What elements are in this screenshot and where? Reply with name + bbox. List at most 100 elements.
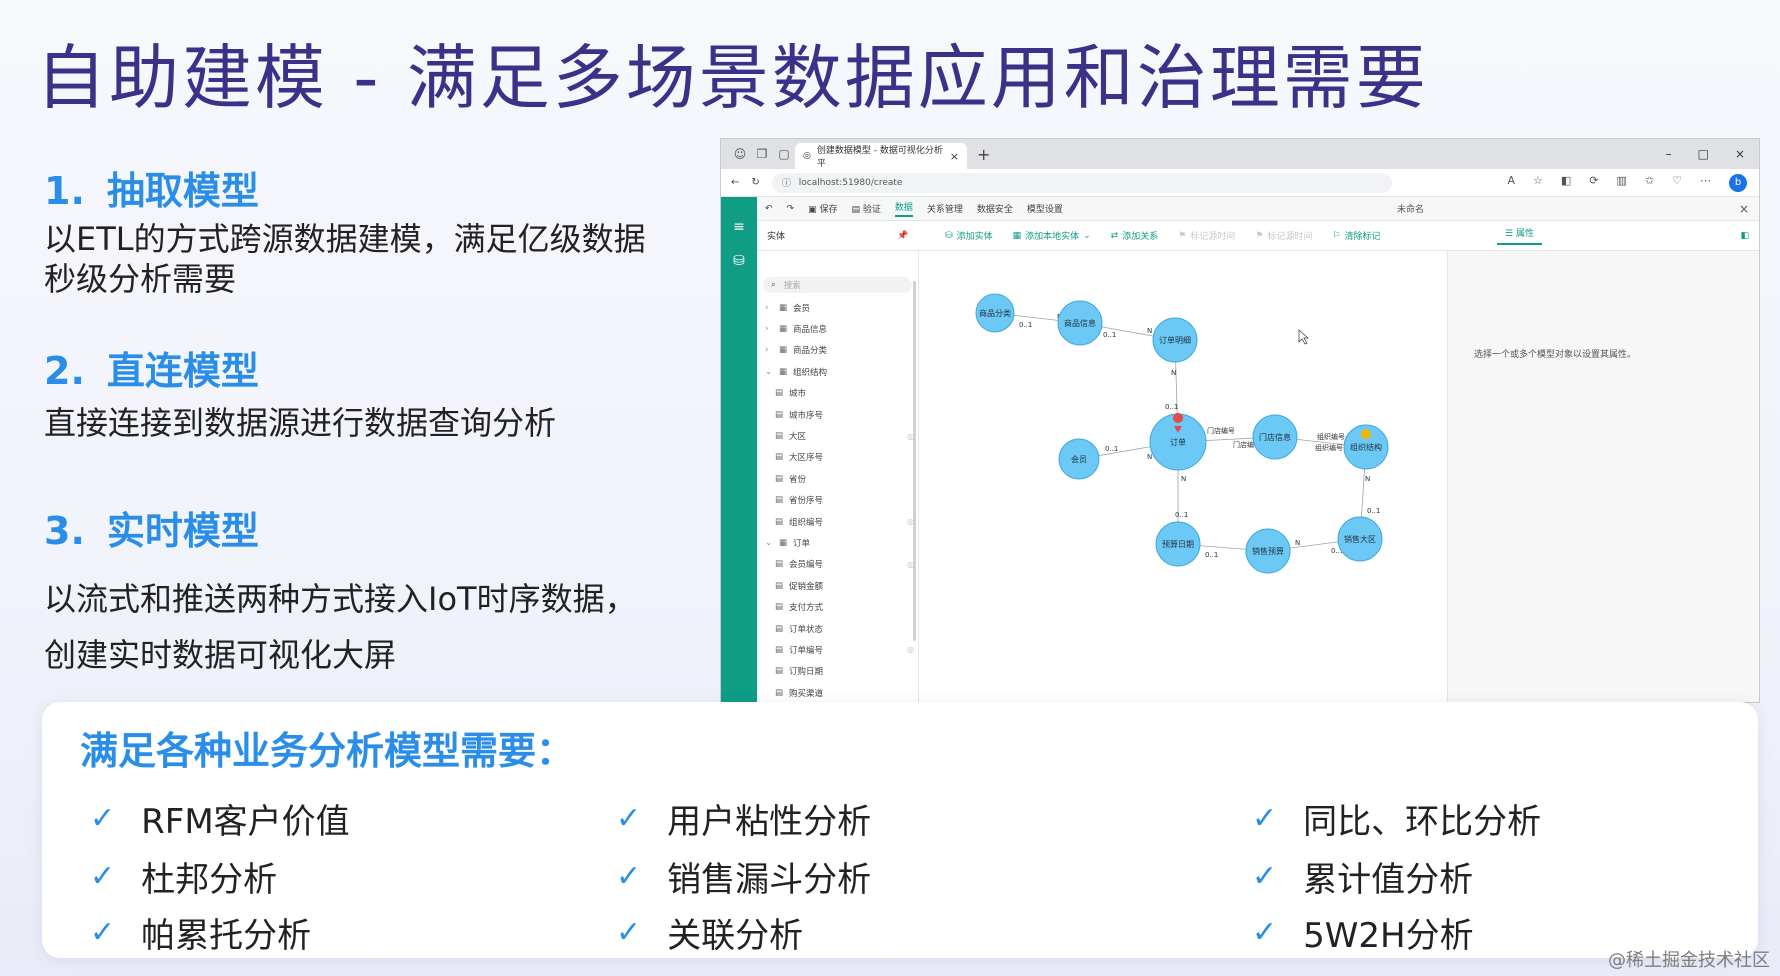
feature-item: ✓ 5W2H分析	[1252, 908, 1474, 957]
more-icon[interactable]: ⋯	[1700, 174, 1711, 192]
save-button[interactable]: ▣ 保存	[808, 202, 837, 215]
redo-icon[interactable]: ↷	[787, 204, 795, 214]
tab-relations[interactable]: 关系管理	[927, 202, 963, 215]
edge-label: 门店编号	[1207, 426, 1235, 435]
browser-tab[interactable]: ◎ 创建数据模型 - 数据可视化分析平 ×	[795, 143, 967, 169]
tree-item[interactable]: ⌄ ▦ 组织结构	[757, 361, 918, 382]
expand-arrow-icon[interactable]: ⌄	[765, 538, 773, 548]
tree-item[interactable]: ▤ 省份序号	[757, 490, 918, 511]
properties-tab[interactable]: ☰ 属性	[1497, 226, 1542, 245]
hidden-eye-icon[interactable]: ◎	[907, 645, 914, 654]
url-field[interactable]: ⓘ localhost:51980/create	[771, 172, 1392, 193]
relation-icon: ⇄	[1110, 230, 1119, 241]
tree-item[interactable]: ▤ 大区序号	[757, 447, 918, 468]
extension-icon[interactable]: ◧	[1561, 174, 1571, 192]
split-screen-icon[interactable]: ▥	[1617, 174, 1627, 192]
tree-item-label: 购买渠道	[789, 688, 824, 699]
panel-toggle-icon[interactable]: ◧	[1740, 231, 1749, 241]
feature-label: 5W2H分析	[1303, 916, 1474, 956]
add-entity-button[interactable]: ⛁ 添加实体	[945, 229, 993, 243]
field-icon: ▤	[775, 623, 784, 634]
tab-data[interactable]: 数据	[894, 200, 913, 217]
expand-arrow-icon[interactable]: ⌄	[765, 367, 773, 377]
tree-item[interactable]: ▤ 购买渠道	[757, 682, 918, 702]
tree-item[interactable]: ▤ 省份	[757, 468, 918, 489]
feature-card: 满足各种业务分析模型需要： ✓ RFM客户价值 ✓ 杜邦分析 ✓ 帕累托分析 ✓ 用户粘…	[42, 702, 1758, 958]
tree-item-label: 会员	[793, 303, 811, 314]
validate-button[interactable]: ▤ 验证	[851, 202, 880, 215]
tree-item-label: 订单状态	[789, 624, 824, 635]
sync-icon[interactable]: ⟳	[1589, 174, 1598, 192]
collections-icon[interactable]: ❐	[751, 143, 773, 165]
tree-item[interactable]: › ▦ 商品分类	[757, 340, 918, 361]
undo-icon[interactable]: ↶	[765, 204, 773, 214]
window-close-icon[interactable]: ×	[1735, 147, 1745, 161]
tree-item[interactable]: ▤ 城市序号	[757, 404, 918, 425]
edge-label: N	[1171, 369, 1176, 377]
tree-scrollbar[interactable]	[913, 281, 916, 641]
favorites-bar-icon[interactable]: ✩	[1645, 174, 1654, 192]
url-text: localhost:51980/create	[798, 177, 903, 188]
tree-item[interactable]: ▤ 促销金额	[757, 575, 918, 596]
field-icon: ▤	[775, 388, 784, 399]
menu-icon[interactable]: ≡	[721, 219, 757, 235]
tree-item[interactable]: ▤ 订单编号 ◎	[757, 639, 918, 660]
tree-item[interactable]: ▤ 订单状态	[757, 618, 918, 639]
field-icon: ▤	[775, 495, 784, 506]
section-desc-line: 创建实时数据可视化大屏	[44, 636, 397, 674]
main-toolbar: ↶ ↷ ▣ 保存 ▤ 验证 数据 关系管理 数据安全 模型设置 未命名 ×	[757, 197, 1759, 221]
model-canvas[interactable]: 0..1N0..1N0..1N0..1N门店编号门店编号组织编号组织编号N0..…	[919, 251, 1447, 702]
tab-model-settings[interactable]: 模型设置	[1027, 202, 1063, 215]
tree-item[interactable]: › ▦ 商品信息	[757, 318, 918, 339]
close-designer-icon[interactable]: ×	[1739, 202, 1749, 216]
feature-label: 销售漏斗分析	[667, 860, 872, 900]
pin-icon[interactable]: 📌	[897, 231, 908, 241]
add-local-entity-button[interactable]: ▦ 添加本地实体 ⌄	[1013, 229, 1091, 243]
tree-item[interactable]: ⌄ ▦ 订单	[757, 532, 918, 553]
info-icon: ⓘ	[781, 179, 791, 189]
feature-label: 关联分析	[667, 916, 804, 956]
mark-time-button-2[interactable]: ⚑ 标记源时间	[1255, 229, 1312, 243]
back-icon[interactable]: ←	[731, 177, 739, 188]
tree-item[interactable]: ▤ 支付方式	[757, 596, 918, 617]
section-direct-model: 2. 直连模型 直接连接到数据源进行数据查询分析	[44, 340, 556, 443]
favorite-icon[interactable]: ☆	[1533, 174, 1543, 192]
maximize-icon[interactable]: □	[1698, 147, 1709, 161]
edge-label: 组织编号	[1317, 432, 1345, 441]
search-icon: ⌕	[771, 280, 776, 290]
entity-node-label: 商品信息	[1064, 318, 1096, 328]
tree-item[interactable]: ▤ 组织编号 ◎	[757, 511, 918, 532]
tree-item[interactable]: ▤ 大区 ◎	[757, 425, 918, 446]
tab-close-icon[interactable]: ×	[950, 150, 959, 163]
field-icon: ▤	[775, 473, 784, 484]
expand-arrow-icon[interactable]: ›	[765, 345, 773, 355]
entity-node-label: 订单明细	[1159, 335, 1191, 345]
mouse-cursor-icon	[1298, 329, 1309, 345]
tree-item[interactable]: ▤ 订购日期	[757, 661, 918, 682]
minimize-icon[interactable]: –	[1666, 147, 1672, 161]
tree-item-label: 大区	[789, 432, 807, 443]
tree-item[interactable]: ▤ 会员编号 ◎	[757, 554, 918, 575]
mark-time-button[interactable]: ⚑ 标记源时间	[1178, 229, 1235, 243]
tree-item-label: 省份	[789, 474, 807, 485]
table-icon: ▦	[779, 324, 788, 335]
add-relation-button[interactable]: ⇄ 添加关系	[1110, 229, 1159, 243]
profile-icon[interactable]: ☺	[729, 143, 751, 165]
field-icon: ▤	[775, 516, 784, 527]
browser-tabbar: ☺ ❐ ▢ ◎ 创建数据模型 - 数据可视化分析平 × + – □ ×	[721, 139, 1759, 169]
clear-mark-button[interactable]: ⚐ 清除标记	[1332, 229, 1380, 243]
browser-essentials-icon[interactable]: ♡	[1672, 174, 1682, 192]
new-tab-icon[interactable]: +	[977, 145, 990, 164]
tab-actions-icon[interactable]: ▢	[773, 143, 795, 165]
read-aloud-icon[interactable]: A	[1507, 174, 1515, 192]
database-icon[interactable]: ⛁	[721, 253, 757, 269]
relation-graph[interactable]: 0..1N0..1N0..1N0..1N门店编号门店编号组织编号组织编号N0..…	[919, 251, 1447, 703]
bing-icon[interactable]: b	[1729, 173, 1747, 192]
expand-arrow-icon[interactable]: ›	[765, 303, 773, 313]
expand-arrow-icon[interactable]: ›	[765, 324, 773, 334]
refresh-icon[interactable]: ↻	[751, 177, 759, 188]
entity-search-input[interactable]: ⌕ 搜索	[763, 277, 912, 293]
tree-item[interactable]: › ▦ 会员	[757, 297, 918, 318]
tab-security[interactable]: 数据安全	[977, 202, 1013, 215]
tree-item[interactable]: ▤ 城市	[757, 383, 918, 404]
